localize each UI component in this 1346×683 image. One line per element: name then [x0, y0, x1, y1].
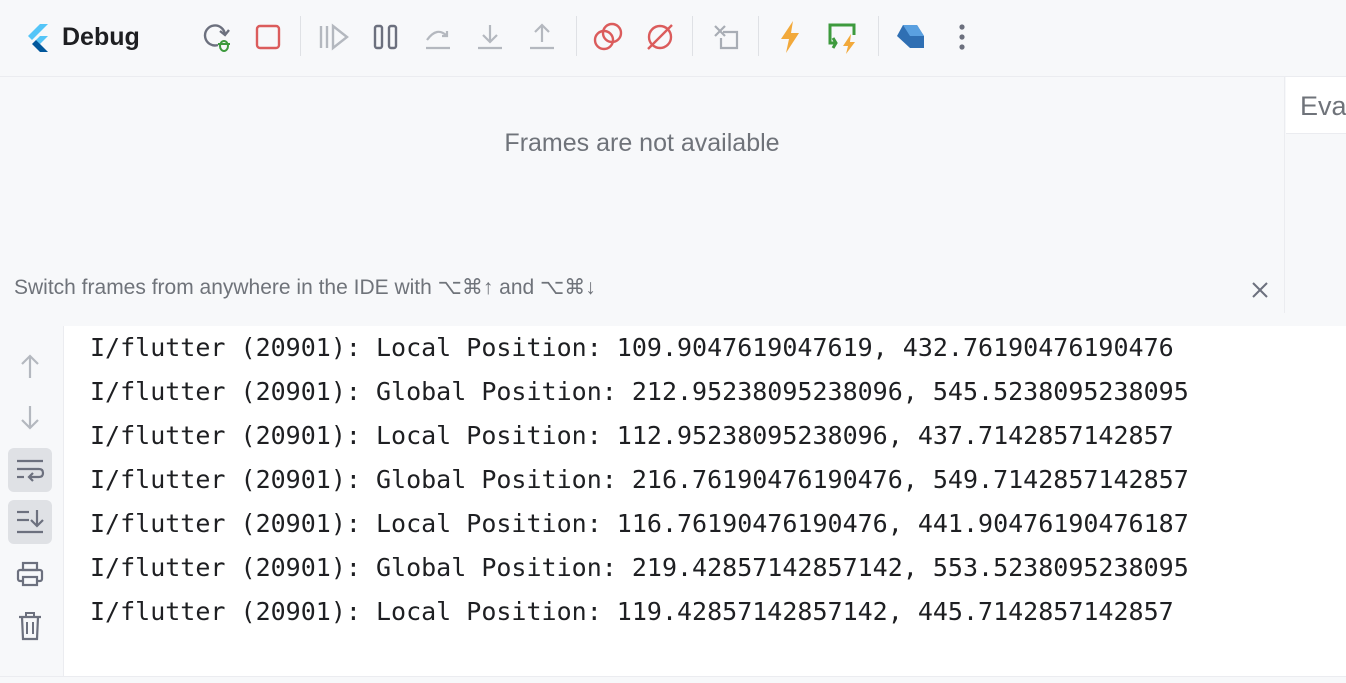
print-icon[interactable] [8, 552, 52, 596]
clear-all-icon[interactable] [8, 604, 52, 648]
step-over-icon[interactable] [418, 17, 458, 57]
panel-divider [1284, 77, 1285, 313]
flutter-logo-icon [28, 24, 48, 52]
step-out-icon[interactable] [522, 17, 562, 57]
evaluate-placeholder: Eva [1300, 91, 1346, 121]
toolbar-separator [576, 16, 577, 56]
more-icon[interactable] [942, 17, 982, 57]
restore-layout-icon[interactable] [706, 17, 746, 57]
debug-toolbar: Debug [0, 0, 1346, 77]
mute-breakpoints-icon[interactable] [640, 17, 680, 57]
dart-devtools-icon[interactable] [890, 17, 930, 57]
hot-reload-icon[interactable] [770, 17, 810, 57]
resume-icon[interactable] [314, 17, 354, 57]
view-breakpoints-icon[interactable] [588, 17, 628, 57]
console-line: I/flutter (20901): Global Position: 212.… [90, 377, 1189, 406]
console-line: I/flutter (20901): Local Position: 109.9… [90, 333, 1174, 362]
scroll-to-end-icon[interactable] [8, 500, 52, 544]
console-line: I/flutter (20901): Local Position: 119.4… [90, 597, 1174, 626]
scroll-up-icon[interactable] [8, 344, 52, 388]
console-output[interactable]: I/flutter (20901): Local Position: 109.9… [63, 326, 1346, 676]
evaluate-expression-field[interactable]: Eva [1286, 77, 1346, 134]
console-line: I/flutter (20901): Global Position: 219.… [90, 553, 1189, 582]
hot-restart-icon[interactable] [824, 17, 864, 57]
console-line: I/flutter (20901): Global Position: 216.… [90, 465, 1189, 494]
toolbar-separator [758, 16, 759, 56]
tool-window-title: Debug [62, 23, 140, 51]
console-line: I/flutter (20901): Local Position: 116.7… [90, 509, 1189, 538]
frames-hint: Switch frames from anywhere in the IDE w… [14, 276, 596, 299]
toolbar-separator [692, 16, 693, 56]
toolbar-separator [878, 16, 879, 56]
rerun-debug-icon[interactable] [196, 17, 236, 57]
toolbar-separator [300, 16, 301, 56]
step-into-icon[interactable] [470, 17, 510, 57]
console-line: I/flutter (20901): Local Position: 112.9… [90, 421, 1174, 450]
scroll-down-icon[interactable] [8, 396, 52, 440]
frames-empty-message: Frames are not available [504, 129, 780, 157]
pause-icon[interactable] [366, 17, 406, 57]
frames-panel: Frames are not available Switch frames f… [0, 77, 1284, 313]
console-sidebar [0, 326, 62, 682]
soft-wrap-icon[interactable] [8, 448, 52, 492]
stop-icon[interactable] [248, 17, 288, 57]
close-hint-icon[interactable] [1248, 278, 1272, 302]
